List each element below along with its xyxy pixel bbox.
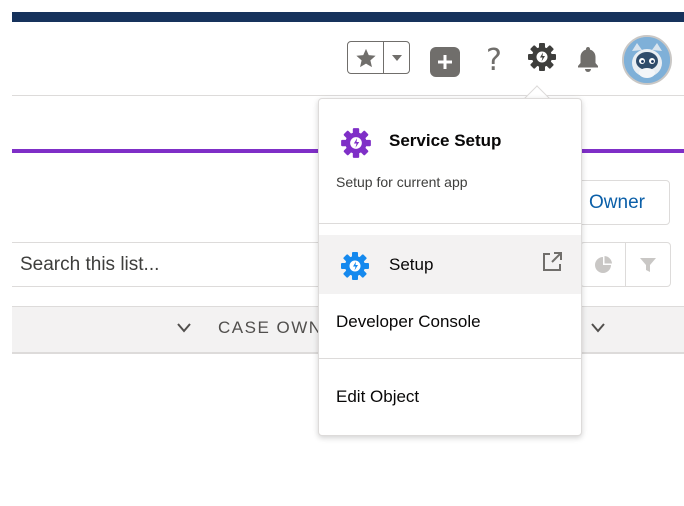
favorites-button[interactable] (348, 42, 384, 73)
menu-item-edit-object[interactable]: Edit Object (336, 387, 419, 407)
column-header-case-owner[interactable]: CASE OWN (218, 318, 323, 338)
help-button[interactable]: ? (480, 40, 508, 80)
pie-chart-icon (595, 255, 612, 273)
service-setup-item[interactable]: Service Setup Setup for current app (319, 99, 581, 223)
new-window-icon (543, 252, 562, 271)
menu-divider (319, 358, 581, 359)
plus-icon (438, 55, 452, 69)
setup-dropdown-menu: Service Setup Setup for current app Setu… (318, 98, 582, 436)
favorites-dropdown-button[interactable] (384, 42, 409, 73)
chevron-down-icon (391, 54, 402, 61)
list-search-input[interactable]: Search this list... (12, 242, 332, 287)
chevron-down-icon[interactable] (590, 322, 606, 334)
star-icon (355, 48, 376, 67)
user-avatar[interactable] (622, 35, 672, 85)
favorites-button-group (347, 41, 410, 74)
top-navigation-bar (12, 12, 684, 22)
chevron-down-icon[interactable] (176, 322, 192, 334)
astro-avatar-icon (624, 37, 670, 83)
filter-icon (640, 257, 656, 272)
setup-gear-button[interactable] (525, 40, 559, 74)
bell-icon (578, 47, 598, 72)
gear-icon (528, 43, 556, 71)
notifications-button[interactable] (573, 42, 603, 76)
menu-item-developer-console[interactable]: Developer Console (336, 312, 481, 332)
change-owner-button[interactable]: Owner (568, 180, 670, 225)
menu-item-setup[interactable]: Setup (319, 235, 581, 294)
chart-button[interactable] (580, 242, 626, 287)
service-setup-icon (341, 128, 371, 158)
global-actions-button[interactable] (430, 47, 460, 77)
service-setup-title: Service Setup (389, 131, 502, 150)
service-setup-subtitle: Setup for current app (336, 174, 468, 190)
filter-button[interactable] (625, 242, 671, 287)
setup-gear-icon (341, 252, 369, 280)
menu-item-label: Setup (389, 255, 434, 274)
menu-divider (319, 223, 581, 224)
